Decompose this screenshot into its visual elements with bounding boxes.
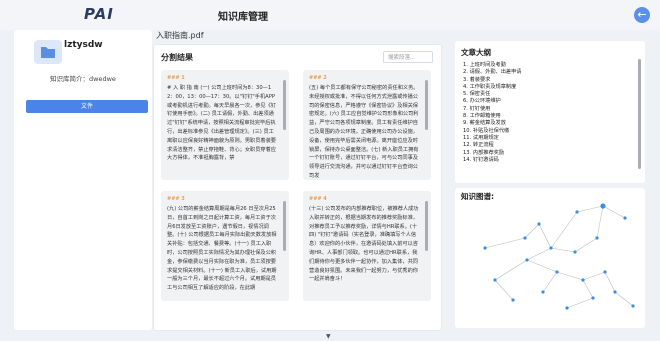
graph-edge (538, 223, 552, 249)
outline-item[interactable]: 6. 办公环境维护 (463, 98, 521, 105)
outline-item[interactable]: 3. 着装要求 (463, 77, 521, 84)
outline-item[interactable]: 12. 转正流程 (463, 142, 521, 149)
search-input[interactable]: 搜索段落... (383, 51, 433, 63)
graph-edge (526, 247, 552, 261)
graph-node[interactable] (591, 296, 595, 300)
graph-node[interactable] (541, 290, 545, 294)
graph-node[interactable] (623, 216, 627, 220)
segment-card[interactable]: ### 3 (九) 公司的薪金结算周期是每月26 日至次月25 日，自首工到岗之… (161, 191, 289, 301)
graph-edge (582, 279, 594, 299)
outline-item[interactable]: 13. 内部推荐奖励 (463, 150, 521, 157)
graph-edge (596, 205, 604, 239)
graph-node[interactable] (600, 203, 606, 209)
graph-node[interactable] (575, 210, 579, 214)
card-tag: ### 4 (309, 196, 327, 202)
kb-intro: 知识库简介：dwedwe (50, 75, 116, 83)
arrow-left-icon: ← (637, 8, 647, 21)
graph-node[interactable] (525, 258, 529, 262)
graph-edge (550, 247, 576, 253)
card-text: (五) 每个员工都有保守公司秘密的责任和义务。未经授权或批准，不得以任何方式泄露… (309, 85, 419, 179)
file-button[interactable]: 文件 (26, 100, 148, 113)
app-logo: PAI (84, 5, 114, 23)
graph-edge (484, 237, 526, 249)
graph-node[interactable] (537, 222, 541, 226)
card-scrollbar[interactable] (283, 201, 286, 251)
card-tag: ### 3 (167, 196, 185, 202)
graph-edge (574, 237, 598, 253)
outline-item[interactable]: 9. 薪金结算及发放 (463, 120, 521, 127)
graph-node[interactable] (565, 306, 569, 310)
segment-title: 分割结果 (161, 53, 193, 62)
outline-item[interactable]: 14. 钉钉邀请码 (463, 157, 521, 164)
graph-node[interactable] (483, 246, 487, 250)
graph-node[interactable] (631, 304, 635, 308)
knowledge-graph[interactable] (455, 188, 645, 328)
card-tag: ### 1 (167, 75, 185, 81)
knowledge-graph-panel: 知识图谱: (455, 188, 645, 328)
graph-node[interactable] (493, 278, 497, 282)
card-text: (九) 公司的薪金结算周期是每月26 日至次月25 日，自首工到岗之日起计算工资… (167, 206, 277, 292)
card-scrollbar[interactable] (283, 80, 286, 130)
graph-edge (550, 211, 578, 249)
graph-node[interactable] (523, 236, 527, 240)
graph-edge (494, 259, 528, 281)
graph-edge (542, 271, 558, 293)
graph-edge (614, 291, 634, 307)
graph-edge (566, 297, 594, 309)
graph-edge (604, 271, 616, 293)
outline-list: 1. 上班时间及考勤 2. 请假、外勤、出差申请 3. 着装要求 4. 工作职责… (463, 62, 521, 164)
graph-node[interactable] (595, 236, 599, 240)
segment-card[interactable]: ### 2 (五) 每个员工都有保守公司秘密的责任和义务。未经授权或批准，不得以… (303, 70, 431, 180)
segment-card[interactable]: ### 1 # 入 职 指 南 (一) 公司上班时间为8：30—12：00，13… (161, 70, 289, 180)
graph-edge (494, 279, 514, 301)
outline-scrollbar[interactable] (638, 59, 641, 169)
card-scrollbar[interactable] (425, 80, 428, 130)
graph-edge (526, 259, 558, 273)
graph-edge (524, 223, 540, 239)
folder-icon (34, 40, 62, 64)
outline-title: 文章大纲 (461, 48, 491, 57)
graph-node[interactable] (613, 290, 617, 294)
graph-node[interactable] (511, 298, 515, 302)
card-tag: ### 2 (309, 75, 327, 81)
card-text: # 入 职 指 南 (一) 公司上班时间为8：30—12：00，13：00—17… (167, 85, 276, 162)
back-button[interactable]: ← (634, 7, 650, 23)
graph-node[interactable] (603, 270, 607, 274)
scroll-down-icon[interactable]: ▼ (326, 333, 331, 340)
segment-panel: 分割结果 搜索段落... ### 1 # 入 职 指 南 (一) 公司上班时间为… (153, 44, 442, 331)
outline-panel: 文章大纲 1. 上班时间及考勤 2. 请假、外勤、出差申请 3. 着装要求 4.… (455, 41, 645, 183)
outline-item[interactable]: 2. 请假、外勤、出差申请 (463, 69, 521, 76)
graph-node[interactable] (573, 250, 577, 254)
graph-node[interactable] (581, 278, 585, 282)
segment-card[interactable]: ### 4 (十三) 公司发布的内部推荐职位，被推荐人成功入职并转正的，根据当期… (303, 191, 431, 301)
graph-edge (576, 205, 604, 213)
kb-name: lztysdw (64, 40, 103, 50)
graph-edge (556, 271, 584, 281)
top-bar: PAI 知识库管理 ← (0, 0, 660, 30)
outline-item[interactable]: 10. 补贴及社保代缴 (463, 128, 521, 135)
file-name: 入职指南.pdf (156, 31, 204, 40)
card-text: (十三) 公司发布的内部推荐职位，被推荐人成功入职并转正的，根据当期发布的推荐奖… (309, 206, 419, 283)
graph-edge (602, 205, 626, 219)
graph-node[interactable] (549, 246, 553, 250)
page-title: 知识库管理 (218, 12, 268, 23)
kb-info-panel: lztysdw 知识库简介：dwedwe 文件 (14, 30, 152, 330)
card-scrollbar[interactable] (425, 201, 428, 251)
graph-edge (582, 271, 606, 281)
outline-item[interactable]: 7. 钉钉使用 (463, 106, 521, 113)
graph-node[interactable] (555, 270, 559, 274)
